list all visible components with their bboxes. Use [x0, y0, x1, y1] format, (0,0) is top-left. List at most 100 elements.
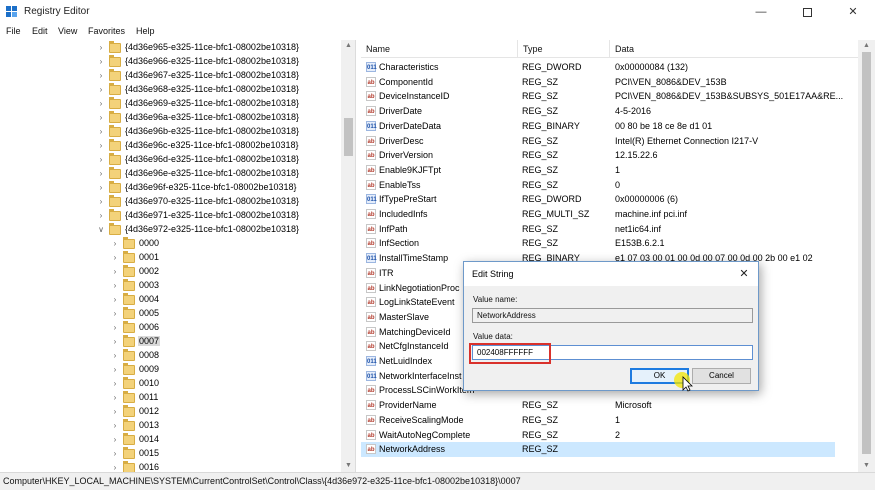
scroll-down-arrow-icon[interactable]: ▼ [858, 460, 875, 472]
value-row[interactable]: ab InfPath REG_SZ net1ic64.inf [361, 222, 835, 237]
menu-view[interactable]: View [58, 26, 77, 36]
scroll-up-arrow-icon[interactable]: ▲ [858, 40, 875, 52]
value-row[interactable]: 011 DriverDateData REG_BINARY 00 80 be 18 c… [361, 119, 835, 134]
expand-arrow-icon[interactable]: › [96, 55, 106, 69]
tree-item[interactable]: › 0004 [110, 293, 210, 307]
expand-arrow-icon[interactable]: › [96, 139, 106, 153]
tree-item[interactable]: › 0001 [110, 251, 210, 265]
tree-item[interactable]: › {4d36e96f-e325-11ce-bfc1-08002be10318} [96, 181, 336, 195]
cancel-button[interactable]: Cancel [692, 368, 751, 384]
tree-item[interactable]: › 0002 [110, 265, 210, 279]
tree-item[interactable]: › {4d36e970-e325-11ce-bfc1-08002be10318} [96, 195, 336, 209]
tree-item[interactable]: › 0012 [110, 405, 210, 419]
tree-item[interactable]: › 0015 [110, 447, 210, 461]
expand-arrow-icon[interactable]: › [110, 447, 120, 461]
collapse-arrow-icon[interactable]: ∨ [96, 223, 106, 237]
minimize-button[interactable]: — [739, 0, 783, 24]
value-row[interactable]: ab ProviderName REG_SZ Microsoft [361, 398, 835, 413]
list-scrollbar[interactable]: ▲ ▼ [858, 40, 875, 472]
value-row[interactable]: ab WaitAutoNegComplete REG_SZ 2 [361, 428, 835, 443]
list-scrollbar-thumb[interactable] [862, 52, 871, 454]
tree-item[interactable]: › {4d36e96b-e325-11ce-bfc1-08002be10318} [96, 125, 336, 139]
scroll-up-arrow-icon[interactable]: ▲ [341, 40, 355, 52]
expand-arrow-icon[interactable]: › [110, 307, 120, 321]
values-list-pane[interactable]: Name Type Data ▲ ▼ 011 Characteristics REG… [361, 40, 875, 472]
menu-favorites[interactable]: Favorites [88, 26, 125, 36]
tree-item[interactable]: › {4d36e971-e325-11ce-bfc1-08002be10318} [96, 209, 336, 223]
expand-arrow-icon[interactable]: › [110, 461, 120, 472]
expand-arrow-icon[interactable]: › [96, 209, 106, 223]
tree-item[interactable]: › 0014 [110, 433, 210, 447]
value-row[interactable]: 011 IfTypePreStart REG_DWORD 0x00000006 (6) [361, 192, 835, 207]
scroll-down-arrow-icon[interactable]: ▼ [341, 460, 355, 472]
maximize-button[interactable] [785, 0, 829, 24]
value-row[interactable]: ab DeviceInstanceID REG_SZ PCI\VEN_8086&DEV… [361, 89, 843, 104]
expand-arrow-icon[interactable]: › [110, 433, 120, 447]
menu-file[interactable]: File [6, 26, 21, 36]
expand-arrow-icon[interactable]: › [110, 363, 120, 377]
tree-item[interactable]: › 0008 [110, 349, 210, 363]
key-tree-pane[interactable]: ▲ ▼ › {4d36e965-e325-11ce-bfc1-08002be103… [0, 40, 356, 472]
value-row[interactable]: ab IncludedInfs REG_MULTI_SZ machine.inf pc… [361, 207, 835, 222]
value-row[interactable]: ab DriverDate REG_SZ 4-5-2016 [361, 104, 835, 119]
tree-item[interactable]: › 0000 [110, 237, 210, 251]
expand-arrow-icon[interactable]: › [110, 405, 120, 419]
value-row[interactable]: ab NetworkAddress REG_SZ [361, 442, 835, 457]
tree-item[interactable]: › {4d36e965-e325-11ce-bfc1-08002be10318} [96, 41, 336, 55]
value-row[interactable]: ab ReceiveScalingMode REG_SZ 1 [361, 413, 835, 428]
value-row[interactable]: ab EnableTss REG_SZ 0 [361, 178, 835, 193]
expand-arrow-icon[interactable]: › [110, 377, 120, 391]
expand-arrow-icon[interactable]: › [110, 349, 120, 363]
tree-scrollbar[interactable]: ▲ ▼ [341, 40, 355, 472]
tree-item[interactable]: › {4d36e96c-e325-11ce-bfc1-08002be10318} [96, 139, 336, 153]
tree-item[interactable]: › 0005 [110, 307, 210, 321]
menu-edit[interactable]: Edit [32, 26, 48, 36]
expand-arrow-icon[interactable]: › [96, 83, 106, 97]
value-row[interactable]: ab DriverVersion REG_SZ 12.15.22.6 [361, 148, 835, 163]
expand-arrow-icon[interactable]: › [110, 279, 120, 293]
expand-arrow-icon[interactable]: › [110, 419, 120, 433]
expand-arrow-icon[interactable]: › [110, 321, 120, 335]
column-header-type[interactable]: Type [518, 40, 610, 58]
tree-item[interactable]: › 0011 [110, 391, 210, 405]
menu-help[interactable]: Help [136, 26, 155, 36]
expand-arrow-icon[interactable]: › [96, 97, 106, 111]
tree-item[interactable]: › {4d36e969-e325-11ce-bfc1-08002be10318} [96, 97, 336, 111]
tree-item[interactable]: › 0013 [110, 419, 210, 433]
expand-arrow-icon[interactable]: › [110, 293, 120, 307]
expand-arrow-icon[interactable]: › [96, 153, 106, 167]
value-row[interactable]: 011 Characteristics REG_DWORD 0x00000084 (1… [361, 60, 835, 75]
expand-arrow-icon[interactable]: › [96, 125, 106, 139]
tree-item[interactable]: › {4d36e96a-e325-11ce-bfc1-08002be10318} [96, 111, 336, 125]
tree-item[interactable]: › {4d36e96e-e325-11ce-bfc1-08002be10318} [96, 167, 336, 181]
expand-arrow-icon[interactable]: › [110, 335, 120, 349]
tree-item[interactable]: › 0006 [110, 321, 210, 335]
tree-item[interactable]: › {4d36e966-e325-11ce-bfc1-08002be10318} [96, 55, 336, 69]
column-header-name[interactable]: Name [361, 40, 518, 58]
value-row[interactable]: ab InfSection REG_SZ E153B.6.2.1 [361, 236, 835, 251]
expand-arrow-icon[interactable]: › [110, 265, 120, 279]
expand-arrow-icon[interactable]: › [110, 391, 120, 405]
tree-item[interactable]: › 0009 [110, 363, 210, 377]
value-row[interactable]: ab ComponentId REG_SZ PCI\VEN_8086&DEV_153B [361, 75, 835, 90]
column-header-data[interactable]: Data [610, 40, 860, 58]
tree-item[interactable]: › {4d36e968-e325-11ce-bfc1-08002be10318} [96, 83, 336, 97]
tree-scrollbar-thumb[interactable] [344, 118, 353, 156]
expand-arrow-icon[interactable]: › [96, 111, 106, 125]
expand-arrow-icon[interactable]: › [96, 41, 106, 55]
dialog-close-icon[interactable]: ✕ [736, 266, 752, 282]
close-button[interactable]: ✕ [831, 0, 875, 24]
tree-item[interactable]: › {4d36e96d-e325-11ce-bfc1-08002be10318} [96, 153, 336, 167]
expand-arrow-icon[interactable]: › [110, 237, 120, 251]
tree-item[interactable]: ∨ {4d36e972-e325-11ce-bfc1-08002be10318} [96, 223, 336, 237]
tree-item[interactable]: › 0003 [110, 279, 210, 293]
value-row[interactable]: ab Enable9KJFTpt REG_SZ 1 [361, 163, 835, 178]
expand-arrow-icon[interactable]: › [96, 195, 106, 209]
tree-item[interactable]: › {4d36e967-e325-11ce-bfc1-08002be10318} [96, 69, 336, 83]
expand-arrow-icon[interactable]: › [110, 251, 120, 265]
tree-item[interactable]: › 0007 [110, 335, 210, 349]
value-row[interactable]: ab DriverDesc REG_SZ Intel(R) Ethernet Conn… [361, 134, 835, 149]
expand-arrow-icon[interactable]: › [96, 167, 106, 181]
tree-item[interactable]: › 0016 [110, 461, 210, 472]
expand-arrow-icon[interactable]: › [96, 69, 106, 83]
